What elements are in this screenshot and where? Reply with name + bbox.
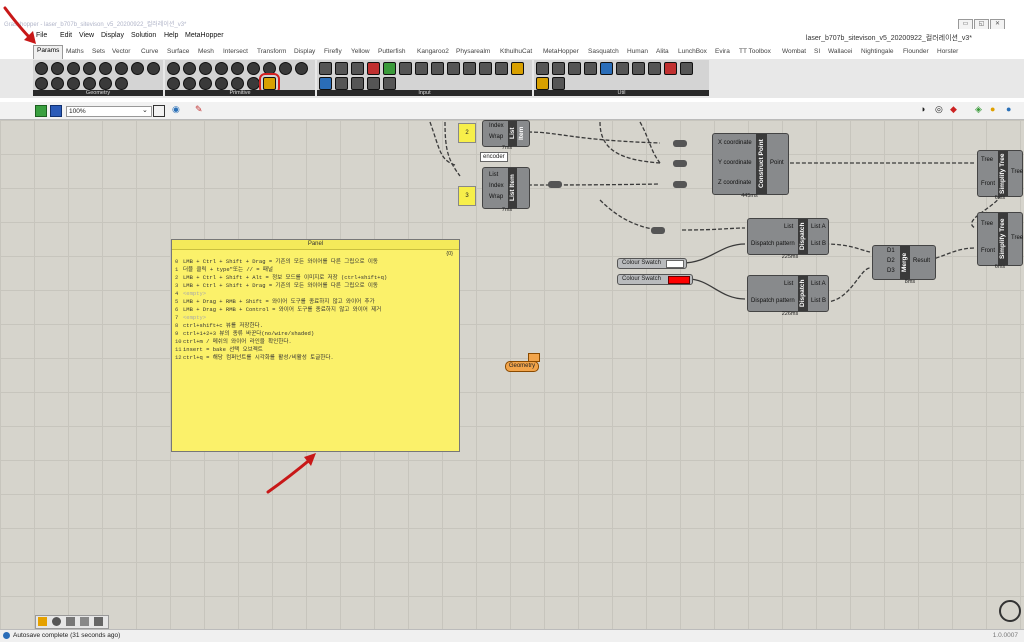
- annotation-arrow: [3, 6, 34, 42]
- canvas-widget-icon[interactable]: [94, 617, 103, 626]
- canvas-widget-icon[interactable]: [52, 617, 61, 626]
- compass-icon[interactable]: [999, 600, 1021, 622]
- canvas-widget-icon[interactable]: [66, 617, 75, 626]
- annotation-arrows: [3, 6, 316, 494]
- status-message: Autosave complete (31 seconds ago): [13, 632, 121, 639]
- annotation-arrow: [266, 456, 314, 494]
- status-bar: Autosave complete (31 seconds ago) 1.0.0…: [0, 629, 1024, 642]
- version-label: 1.0.0007: [992, 632, 1018, 639]
- canvas-widget-icon[interactable]: [38, 617, 47, 626]
- info-icon: [3, 632, 10, 639]
- canvas-widget-bar: [35, 615, 109, 629]
- canvas-widget-icon[interactable]: [80, 617, 89, 626]
